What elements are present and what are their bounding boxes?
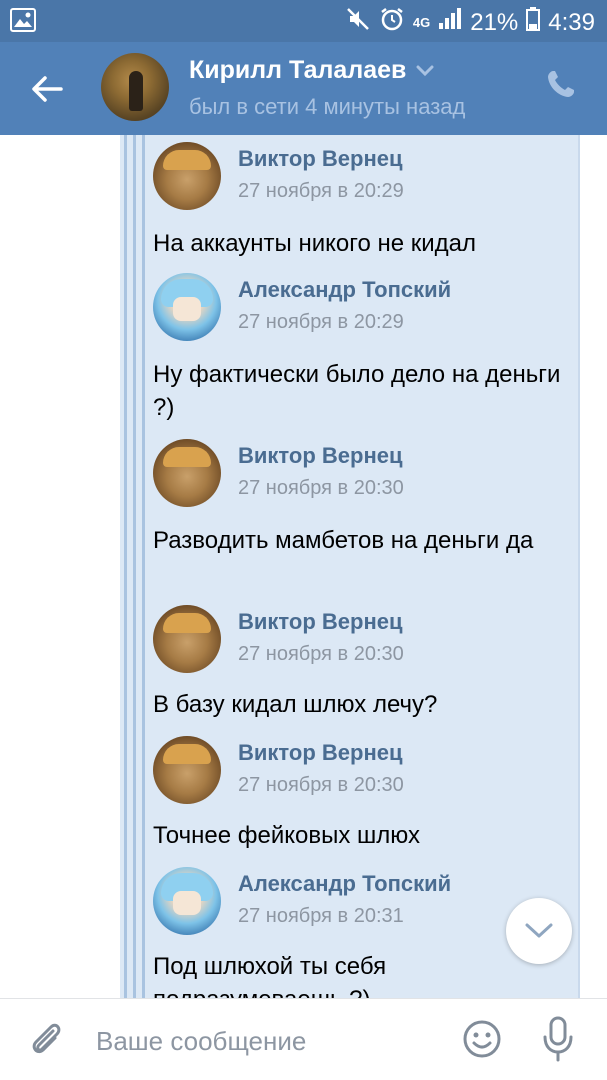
emoji-button[interactable] — [462, 1019, 504, 1061]
contact-name: Кирилл Талалаев — [189, 56, 407, 84]
message-input[interactable] — [96, 1021, 436, 1061]
alarm-icon — [379, 6, 405, 39]
message-text: Ну фактически было дело на деньги ?) — [153, 361, 561, 421]
avatar[interactable] — [153, 273, 221, 341]
avatar[interactable] — [153, 605, 221, 673]
battery-icon — [526, 7, 541, 38]
sender-name[interactable]: Виктор Вернец — [238, 740, 403, 766]
back-button[interactable] — [22, 64, 72, 114]
message-text: Точнее фейковых шлюх — [153, 822, 420, 849]
avatar[interactable] — [153, 736, 221, 804]
sender-name[interactable]: Виктор Вернец — [238, 443, 403, 469]
status-bar: 4G 21% 4:39 — [0, 0, 607, 42]
message-time: 27 ноября в 20:31 — [238, 905, 404, 927]
avatar[interactable] — [153, 142, 221, 210]
scroll-down-button[interactable] — [506, 898, 572, 964]
message-time: 27 ноября в 20:30 — [238, 643, 404, 665]
message-text: В базу кидал шлюх лечу? — [153, 691, 438, 718]
clock: 4:39 — [548, 8, 595, 36]
sender-name[interactable]: Александр Топский — [238, 277, 451, 303]
mute-icon — [345, 6, 371, 39]
chevron-down-icon — [525, 923, 553, 938]
avatar[interactable] — [153, 867, 221, 935]
signal-icon — [438, 8, 462, 37]
phone-icon — [548, 71, 574, 97]
sender-name[interactable]: Виктор Вернец — [238, 609, 403, 635]
arrow-left-icon — [32, 76, 63, 102]
smiley-icon — [463, 1020, 501, 1058]
message-text: На аккаунты никого не кидал — [153, 230, 477, 257]
contact-name-button[interactable]: Кирилл Талалаев — [189, 56, 434, 85]
message-time: 27 ноября в 20:30 — [238, 477, 404, 499]
message-input-bar — [0, 998, 607, 1080]
battery-percent: 21% — [470, 8, 519, 36]
attach-button[interactable] — [26, 1019, 68, 1061]
sender-name[interactable]: Александр Топский — [238, 871, 451, 897]
contact-status: был в сети 4 минуты назад — [189, 94, 466, 119]
avatar[interactable] — [153, 439, 221, 507]
message-time: 27 ноября в 20:29 — [238, 311, 404, 333]
chevron-down-icon — [416, 65, 434, 76]
chat-header: Кирилл Талалаев был в сети 4 минуты наза… — [0, 42, 607, 135]
sender-name[interactable]: Виктор Вернец — [238, 146, 403, 172]
paperclip-icon — [32, 1023, 61, 1054]
message-time: 27 ноября в 20:30 — [238, 774, 404, 796]
gallery-notification-icon — [10, 8, 36, 37]
microphone-icon — [543, 1016, 573, 1062]
message-time: 27 ноября в 20:29 — [238, 180, 404, 202]
microphone-button[interactable] — [538, 1015, 580, 1063]
contact-avatar[interactable] — [101, 53, 169, 121]
call-button[interactable] — [545, 68, 585, 108]
network-label: 4G — [412, 15, 431, 30]
chat-area[interactable]: Виктор Вернец 27 ноября в 20:29 На аккау… — [0, 135, 607, 998]
message-text: Разводить мамбетов на деньги да — [153, 527, 534, 554]
message-text: Под шлюхой ты себя подразумеваешь ?) — [153, 953, 387, 998]
